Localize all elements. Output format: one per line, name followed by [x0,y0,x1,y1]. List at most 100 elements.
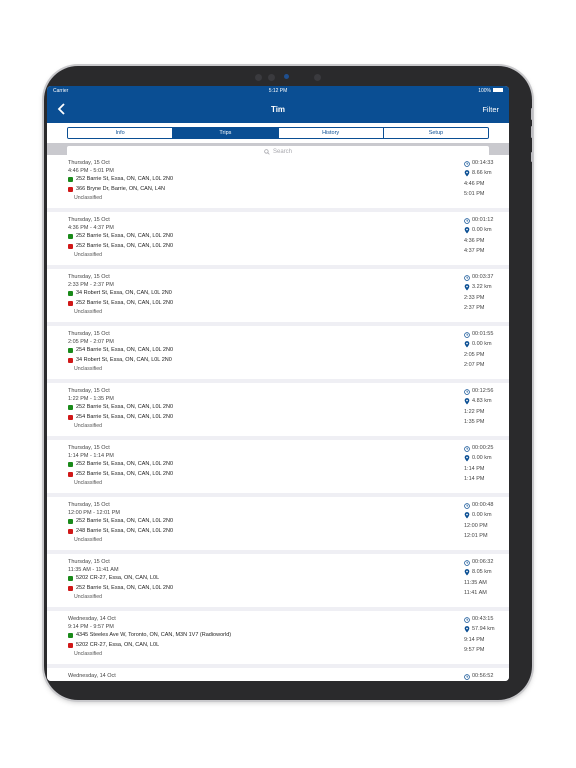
clock-icon [464,616,470,623]
start-time: 9:14 PM [464,637,485,643]
distance-value: 3.22 km [472,283,492,290]
trip-stats: 00:14:33 8.66 km 4:46 PM 5:01 PM [464,159,504,199]
trip-duration: 00:01:55 [464,330,504,340]
trip-stats: 00:03:37 3.22 km 2:33 PM 2:37 PM [464,273,504,313]
end-time: 2:07 PM [464,361,485,368]
end-marker-icon [68,300,73,306]
trip-end-location: 34 Robert St, Essa, ON, CAN, L0L 2N0 [68,356,501,366]
power-button [531,152,533,162]
distance-value: 8.05 km [472,568,492,575]
trip-times: 12:00 PM 12:01 PM [464,522,504,541]
start-address: 252 Barrie St, Essa, ON, CAN, L0L 2N0 [76,518,174,524]
start-time: 2:33 PM [464,295,485,301]
start-address: 252 Barrie St, Essa, ON, CAN, L0L 2N0 [76,404,174,410]
trip-duration: 00:43:15 [464,615,504,625]
end-time: 4:37 PM [464,247,485,254]
end-time: 9:57 PM [464,646,485,653]
trip-end-location: 254 Barrie St, Essa, ON, CAN, L0L 2N0 [68,413,501,423]
trip-row[interactable]: Thursday, 15 Oct 12:00 PM - 12:01 PM 252 B… [47,497,509,550]
trip-end-location: 248 Barrie St, Essa, ON, CAN, L0L 2N0 [68,527,501,537]
end-address: 248 Barrie St, Essa, ON, CAN, L0L 2N0 [76,527,174,534]
clock-icon [464,274,470,281]
end-address: 366 Bryne Dr, Barrie, ON, CAN, L4N [76,185,165,192]
start-address: 254 Barrie St, Essa, ON, CAN, L0L 2N0 [76,347,174,353]
end-marker-icon [68,642,73,648]
sensor-dot [255,74,262,81]
end-address: 5202 CR-27, Essa, ON, CAN, L0L [76,641,160,648]
trip-time-range: 1:14 PM - 1:14 PM [68,453,114,459]
tab-setup[interactable]: Setup [383,128,488,138]
trip-distance: 3.22 km [464,283,504,293]
trip-row[interactable]: Wednesday, 14 Oct 9:14 PM - 9:57 PM 4345 S… [47,611,509,664]
trip-row[interactable]: Thursday, 15 Oct 11:35 AM - 11:41 AM 5202 … [47,554,509,607]
page-title: Tim [270,104,286,114]
start-time: 4:46 PM [464,181,485,187]
trip-classification: Unclassified [74,309,102,315]
trip-row[interactable]: Thursday, 15 Oct 1:22 PM - 1:35 PM 252 Bar… [47,383,509,436]
start-marker-icon [68,633,73,639]
trip-date: Thursday, 15 Oct [68,217,110,223]
clock-icon [464,502,470,509]
trip-row[interactable]: Thursday, 15 Oct 2:33 PM - 2:37 PM 34 Robe… [47,269,509,322]
trip-date: Thursday, 15 Oct [68,274,110,280]
filter-button[interactable]: Filter [482,105,499,114]
location-pin-icon [464,169,470,177]
duration-value: 00:01:12 [472,217,494,223]
start-marker-icon [68,576,73,582]
trip-duration: 00:14:33 [464,159,504,169]
trip-end-location: 366 Bryne Dr, Barrie, ON, CAN, L4N [68,185,501,195]
trip-date: Wednesday, 14 Oct [68,673,116,679]
trip-row[interactable]: Thursday, 15 Oct 1:14 PM - 1:14 PM 252 Bar… [47,440,509,493]
trip-start-location: 252 Barrie St, Essa, ON, CAN, L0L 2N0 [68,232,501,242]
trip-end-location: 252 Barrie St, Essa, ON, CAN, L0L 2N0 [68,470,501,480]
trip-times: 4:46 PM 5:01 PM [464,180,504,199]
trip-end-location: 5202 CR-27, Essa, ON, CAN, L0L [68,641,501,651]
trip-row[interactable]: Thursday, 15 Oct 4:46 PM - 5:01 PM 252 Bar… [47,155,509,208]
end-address: 34 Robert St, Essa, ON, CAN, L0L 2N0 [76,356,172,363]
end-address: 252 Barrie St, Essa, ON, CAN, L0L 2N0 [76,299,174,306]
battery-icon [493,88,503,93]
trip-row[interactable]: Thursday, 15 Oct 2:05 PM - 2:07 PM 254 Bar… [47,326,509,379]
start-address: 34 Robert St, Essa, ON, CAN, L0L 2N0 [76,290,172,296]
end-time: 11:41 AM [464,589,487,596]
tab-history[interactable]: History [278,128,384,138]
trip-classification: Unclassified [74,252,102,258]
start-marker-icon [68,519,73,525]
trip-stats: 00:56:52 [464,672,504,681]
duration-value: 00:00:48 [472,502,494,508]
duration-value: 00:12:56 [472,388,494,394]
trip-date: Wednesday, 14 Oct [68,616,116,622]
start-time: 2:05 PM [464,352,485,358]
tab-info[interactable]: Info [68,128,174,138]
trip-start-location: 252 Barrie St, Essa, ON, CAN, L0L 2N0 [68,175,501,185]
tab-trips[interactable]: Trips [173,128,279,138]
trip-stats: 00:00:48 0.00 km 12:00 PM 12:01 PM [464,501,504,541]
carrier-label: Carrier [53,87,69,94]
trip-date: Thursday, 15 Oct [68,160,110,166]
start-address: 4345 Steeles Ave W, Toronto, ON, CAN, M3… [76,632,232,638]
trip-stats: 00:00:25 0.00 km 1:14 PM 1:14 PM [464,444,504,484]
tab-bar-container: Info Trips History Setup [47,123,509,143]
trip-classification: Unclassified [74,195,102,201]
trip-time-range: 2:05 PM - 2:07 PM [68,339,114,345]
start-time: 4:36 PM [464,238,485,244]
end-time: 2:37 PM [464,304,485,311]
back-button[interactable] [57,103,69,115]
trip-date: Thursday, 15 Oct [68,502,110,508]
start-address: 252 Barrie St, Essa, ON, CAN, L0L 2N0 [76,233,174,239]
location-pin-icon [464,568,470,576]
trip-list[interactable]: Thursday, 15 Oct 4:46 PM - 5:01 PM 252 Bar… [47,151,509,681]
trip-time-range: 4:36 PM - 4:37 PM [68,225,114,231]
sensor-dot [314,74,321,81]
trip-row[interactable]: Wednesday, 14 Oct 00:56:52 [47,668,509,681]
segmented-control: Info Trips History Setup [67,127,489,139]
trip-row[interactable]: Thursday, 15 Oct 4:36 PM - 4:37 PM 252 Bar… [47,212,509,265]
trip-time-range: 4:46 PM - 5:01 PM [68,168,114,174]
trip-end-location: 252 Barrie St, Essa, ON, CAN, L0L 2N0 [68,584,501,594]
trip-time-range: 1:22 PM - 1:35 PM [68,396,114,402]
trip-distance: 0.00 km [464,340,504,350]
distance-value: 0.00 km [472,454,492,461]
trip-times: 2:33 PM 2:37 PM [464,294,504,313]
location-pin-icon [464,625,470,633]
trip-times: 2:05 PM 2:07 PM [464,351,504,370]
